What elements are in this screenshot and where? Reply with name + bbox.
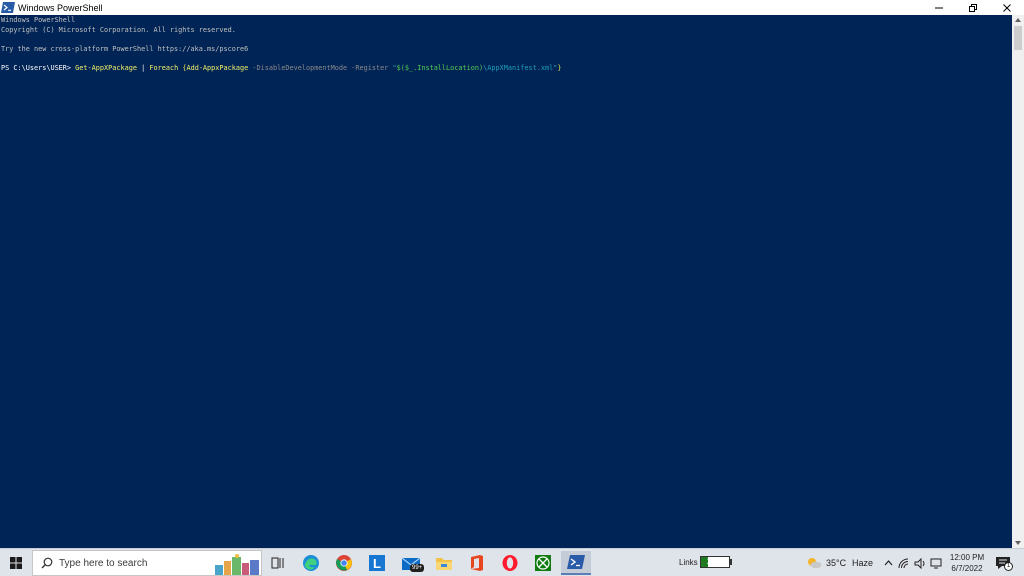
battery-cap [730, 559, 732, 565]
console-line: Try the new cross-platform PowerShell ht… [1, 45, 249, 53]
powershell-icon [567, 555, 585, 569]
l-app-icon: L [369, 555, 385, 571]
close-brace: } [557, 64, 562, 72]
edge-icon [303, 555, 319, 571]
taskbar-app-powershell[interactable] [561, 551, 591, 575]
console-line: Copyright (C) Microsoft Corporation. All… [1, 26, 236, 34]
restore-button[interactable] [956, 0, 990, 15]
weather-description[interactable]: Haze [852, 558, 873, 568]
network-button[interactable] [898, 557, 910, 569]
console-line: Windows PowerShell [1, 16, 76, 24]
taskbar: Type here to search L 99+ Links 25% 35°C… [0, 548, 1024, 576]
scroll-thumb[interactable] [1014, 26, 1022, 50]
office-icon [471, 555, 483, 571]
taskbar-app-office[interactable] [462, 551, 492, 575]
scroll-up-button[interactable] [1012, 15, 1024, 25]
task-view-button[interactable] [263, 551, 293, 575]
pipe-operator: | [136, 64, 150, 72]
prompt: PS C:\Users\USER> [1, 64, 76, 72]
param-disable-development-mode: -DisableDevelopmentMode [248, 64, 348, 72]
clock-time: 12:00 PM [949, 553, 985, 562]
taskbar-app-file-explorer[interactable] [429, 551, 459, 575]
task-view-icon [271, 557, 284, 569]
minimize-icon [935, 7, 943, 8]
search-icon [41, 557, 53, 569]
battery-percent: 25% [706, 557, 723, 566]
start-button[interactable] [0, 549, 32, 576]
links-toolbar-label[interactable]: Links [679, 558, 698, 567]
search-highlight-illustration [215, 554, 259, 575]
chrome-icon [336, 555, 352, 571]
xbox-icon [535, 555, 551, 571]
taskbar-app-edge[interactable] [296, 551, 326, 575]
restore-icon [969, 3, 977, 12]
network-icon [898, 558, 909, 568]
windows-start-icon [10, 557, 22, 569]
caret-down-icon [1015, 541, 1021, 545]
string-quote-open: " [388, 64, 397, 72]
weather-icon[interactable] [806, 557, 822, 569]
title-bar[interactable]: Windows PowerShell [0, 0, 1024, 15]
close-button[interactable] [990, 0, 1024, 15]
svg-text:L: L [373, 556, 381, 571]
chevron-up-icon [884, 560, 892, 566]
volume-button[interactable] [914, 557, 926, 569]
taskbar-app-opera[interactable] [495, 551, 525, 575]
minimize-button[interactable] [922, 0, 956, 15]
battery-indicator[interactable]: 25% [700, 556, 730, 568]
command-line[interactable]: PS C:\Users\USER> Get-AppXPackage | Fore… [1, 63, 561, 73]
weather-temperature[interactable]: 35°C [826, 558, 846, 568]
display-icon [930, 558, 942, 568]
taskbar-app-l[interactable]: L [362, 551, 392, 575]
string-path: \AppXManifest.xml [483, 64, 554, 72]
taskbar-app-mail[interactable]: 99+ [396, 551, 426, 575]
search-box[interactable]: Type here to search [32, 550, 262, 576]
console-output[interactable]: Windows PowerShell Copyright (C) Microso… [0, 15, 1012, 548]
taskbar-app-chrome[interactable] [329, 551, 359, 575]
variable-expression: $($_.InstallLocation) [396, 64, 484, 72]
close-icon [1003, 3, 1011, 12]
clock[interactable]: 12:00 PM 6/7/2022 [946, 552, 988, 574]
vertical-scrollbar[interactable] [1012, 15, 1024, 548]
param-register: -Register [347, 64, 389, 72]
speaker-icon [914, 557, 925, 569]
search-placeholder: Type here to search [59, 558, 148, 569]
notification-count-badge: 1 [1004, 562, 1013, 571]
powershell-icon [1, 2, 15, 13]
cmdlet-add-appxpackage: Add-AppxPackage [186, 64, 249, 72]
display-button[interactable] [930, 557, 942, 569]
window-title: Windows PowerShell [18, 2, 103, 13]
taskbar-app-xbox[interactable] [528, 551, 558, 575]
mail-badge: 99+ [410, 564, 425, 572]
caret-up-icon [1015, 18, 1021, 22]
clock-date: 6/7/2022 [951, 564, 983, 573]
scroll-down-button[interactable] [1012, 538, 1024, 548]
show-hidden-icons-button[interactable] [882, 557, 894, 569]
opera-icon [502, 555, 518, 571]
cmdlet-get-appxpackage: Get-AppXPackage [75, 64, 137, 72]
foreach-keyword: Foreach [149, 64, 179, 72]
file-explorer-icon [436, 558, 452, 570]
